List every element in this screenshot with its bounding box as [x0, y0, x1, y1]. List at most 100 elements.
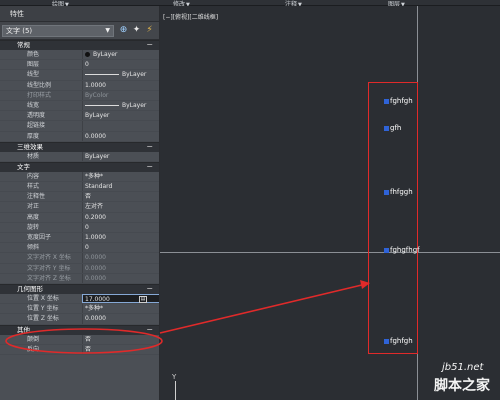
property-label: 位置 Z 坐标: [27, 315, 59, 323]
property-value-text: *多种*: [85, 305, 104, 313]
property-value-text: 0.0000: [85, 274, 106, 282]
property-value[interactable]: *多种*: [82, 304, 159, 314]
property-value[interactable]: 0.0000: [82, 314, 159, 324]
viewport-controls[interactable]: [−][俯视][二维线框]: [163, 12, 218, 21]
category-header[interactable]: 文字 −: [0, 161, 159, 172]
linetype-preview-icon: [85, 74, 119, 76]
grip-icon[interactable]: [384, 189, 389, 195]
text-object-4[interactable]: fghgfhgf: [384, 246, 420, 254]
property-value-text: 0: [85, 61, 89, 69]
property-row: 倾斜 0: [0, 243, 159, 254]
property-value[interactable]: *多种*: [82, 171, 159, 182]
property-value[interactable]: [82, 121, 159, 131]
property-value[interactable]: 0: [82, 60, 159, 70]
grip-icon[interactable]: [384, 338, 389, 344]
property-value[interactable]: 否: [82, 192, 159, 202]
property-row: 样式 Standard: [0, 182, 159, 193]
property-label: 文字对齐 Y 坐标: [27, 264, 71, 272]
palette-body: 常规 − 颜色 ByLayer 图层 0 线型 ByLayer 线型比例 1.0000 打印样式 By…: [0, 40, 159, 355]
property-value[interactable]: 0: [82, 222, 159, 232]
select-objects-icon[interactable]: ✦: [131, 25, 142, 36]
property-label: 线型比例: [27, 81, 52, 89]
text-object-5[interactable]: fghfgh: [384, 337, 413, 345]
property-value[interactable]: 0: [82, 243, 159, 253]
category-header[interactable]: 几何图形 −: [0, 283, 159, 294]
property-row: 旋转 0: [0, 222, 159, 233]
property-value[interactable]: ByLayer: [82, 100, 159, 111]
category-title: 常规: [17, 41, 30, 49]
collapse-icon[interactable]: −: [146, 325, 153, 334]
quick-select-icon[interactable]: ⚡: [144, 25, 155, 36]
property-value[interactable]: 0.0000: [82, 131, 159, 141]
property-row: 高度 0.2000: [0, 212, 159, 223]
property-value: ByColor: [82, 90, 159, 100]
property-value-text: *多种*: [85, 172, 104, 180]
text-object-3[interactable]: fhfggh: [384, 188, 413, 196]
property-value-text: 否: [85, 193, 92, 201]
property-row: 文字对齐 Z 坐标 0.0000: [0, 273, 159, 284]
property-value[interactable]: 1.0000: [82, 80, 159, 90]
property-label: 颠倒: [27, 335, 40, 343]
property-value[interactable]: ByLayer: [82, 50, 159, 60]
grip-icon[interactable]: [384, 125, 389, 131]
property-value-text: 0.2000: [85, 213, 106, 221]
property-value[interactable]: ByLayer: [82, 70, 159, 80]
watermark-logo: 脚本之家: [434, 378, 490, 394]
property-row: 线宽 ByLayer: [0, 100, 159, 112]
axis-horizontal-line: [160, 252, 500, 253]
property-row: 打印样式 ByColor: [0, 90, 159, 101]
property-value-text: ByLayer: [85, 152, 110, 160]
calculator-icon[interactable]: ▤: [139, 295, 147, 303]
property-value: 0.0000: [82, 273, 159, 283]
property-label: 超链接: [27, 122, 46, 130]
property-value[interactable]: ByLayer: [82, 151, 159, 161]
property-value[interactable]: 左对齐: [82, 202, 159, 212]
category-header[interactable]: 常规 −: [0, 40, 159, 50]
object-type-select[interactable]: 文字 (5) ▼: [2, 25, 114, 37]
property-value[interactable]: 17.0000 ▤: [82, 293, 159, 304]
property-row: 线型 ByLayer: [0, 70, 159, 81]
ucs-y-axis-icon: [175, 381, 176, 400]
property-value[interactable]: Standard: [82, 182, 159, 192]
property-row: 文字对齐 Y 坐标 0.0000: [0, 263, 159, 274]
property-value[interactable]: ByLayer: [82, 111, 159, 121]
property-label: 线宽: [27, 101, 40, 109]
grip-icon[interactable]: [384, 247, 389, 253]
properties-palette: 特性 文字 (5) ▼ ⊕ ✦ ⚡ 常规 − 颜色 ByLayer 图层 0 线型 ByLay…: [0, 6, 160, 400]
ucs-y-label: Y: [172, 373, 177, 381]
property-label: 材质: [27, 152, 40, 160]
property-row: 超链接: [0, 121, 159, 132]
property-value-text: Standard: [85, 183, 113, 191]
watermark-url: jb51.net: [442, 362, 484, 373]
drawing-canvas[interactable]: [160, 6, 500, 400]
property-label: 内容: [27, 172, 40, 180]
collapse-icon[interactable]: −: [146, 142, 153, 151]
property-value[interactable]: 否: [82, 334, 159, 344]
property-label: 厚度: [27, 132, 40, 140]
toggle-pickadd-icon[interactable]: ⊕: [118, 25, 129, 36]
property-value-text: 否: [85, 335, 92, 343]
property-value-text: 0.0000: [85, 264, 106, 272]
category-header[interactable]: 其他 −: [0, 324, 159, 335]
grip-icon[interactable]: [384, 98, 389, 104]
linetype-preview-icon: [85, 104, 119, 106]
collapse-icon[interactable]: −: [146, 284, 153, 293]
collapse-icon[interactable]: −: [146, 40, 153, 49]
property-value[interactable]: 否: [82, 344, 159, 354]
property-value[interactable]: 1.0000: [82, 233, 159, 243]
text-object-2[interactable]: gfh: [384, 124, 401, 132]
property-label: 图层: [27, 61, 40, 69]
property-value-text: 左对齐: [85, 203, 104, 211]
category-header[interactable]: 三维效果 −: [0, 141, 159, 152]
property-row: 透明度 ByLayer: [0, 111, 159, 122]
property-value-text: ByColor: [85, 91, 109, 99]
property-row: 图层 0: [0, 60, 159, 71]
property-value[interactable]: 0.2000: [82, 212, 159, 222]
property-value-text: ByLayer: [122, 101, 147, 109]
property-label: 文字对齐 Z 坐标: [27, 274, 71, 282]
property-row: 线型比例 1.0000: [0, 80, 159, 91]
collapse-icon[interactable]: −: [146, 162, 153, 171]
text-object-1[interactable]: fghfgh: [384, 97, 413, 105]
property-row: 位置 Y 坐标 *多种*: [0, 304, 159, 315]
highlight-box: [368, 82, 418, 354]
